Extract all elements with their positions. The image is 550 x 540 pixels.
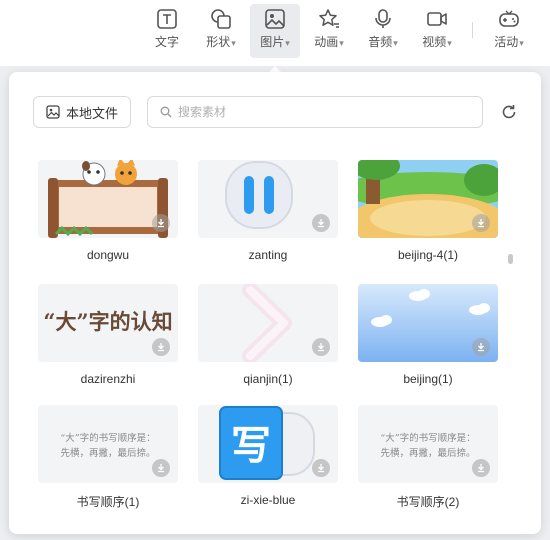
thumbnail-caption: “大”字的认知	[43, 309, 173, 334]
chevron-down-icon: ▾	[231, 38, 236, 48]
chevron-down-icon: ▾	[339, 38, 344, 48]
asset-name: 书写顺序(2)	[396, 495, 460, 509]
image-icon	[46, 105, 60, 119]
image-library-panel: 本地文件 搜索素材 dongwu zanting beijing-4(1) “大…	[9, 72, 541, 534]
search-icon	[160, 106, 172, 118]
local-file-label: 本地文件	[65, 105, 118, 121]
asset-thumbnail: “大”字的书写顺序是： 先横，再撇，最后捺。	[358, 405, 498, 483]
download-icon[interactable]	[152, 214, 170, 232]
asset-thumbnail: “大”字的认知	[38, 284, 178, 362]
asset-card-dongwu[interactable]: dongwu	[38, 160, 178, 270]
asset-card-zi-xie-blue[interactable]: 写 zi-xie-blue	[198, 405, 338, 515]
tool-shapes[interactable]: 形状▾	[196, 4, 246, 58]
asset-thumbnail	[358, 160, 498, 238]
tool-audio-label: 音频	[368, 35, 393, 49]
toolbar-divider	[472, 22, 473, 38]
asset-thumbnail	[358, 284, 498, 362]
text-icon	[157, 9, 177, 29]
asset-card-beijing-4[interactable]: beijing-4(1)	[358, 160, 498, 270]
tool-animation[interactable]: 动画▾	[304, 4, 354, 58]
asset-name: 书写顺序(1)	[76, 495, 140, 509]
image-icon	[265, 9, 285, 29]
asset-card-zanting[interactable]: zanting	[198, 160, 338, 270]
tool-video-label: 视频	[422, 35, 447, 49]
search-box[interactable]	[147, 96, 483, 128]
chevron-down-icon: ▾	[285, 38, 290, 48]
asset-name: dazirenzhi	[80, 372, 136, 386]
tool-activity[interactable]: 活动▾	[484, 4, 534, 58]
tool-audio[interactable]: 音频▾	[358, 4, 408, 58]
asset-name: beijing-4(1)	[397, 248, 459, 262]
download-icon[interactable]	[312, 459, 330, 477]
chevron-down-icon: ▾	[393, 38, 398, 48]
microphone-icon	[375, 9, 391, 28]
thumbnail-caption: “大”字的书写顺序是： 先横，再撇，最后捺。	[380, 433, 476, 459]
asset-thumbnail	[38, 160, 178, 238]
refresh-icon[interactable]	[499, 102, 519, 122]
asset-name: zanting	[248, 248, 288, 262]
tool-animation-label: 动画	[314, 35, 339, 49]
download-icon[interactable]	[472, 214, 490, 232]
top-toolbar: 文字 形状▾ 图片▾ 动画▾ 音频▾ 视频▾ 活动▾	[0, 0, 550, 66]
tool-image[interactable]: 图片▾	[250, 4, 300, 58]
download-icon[interactable]	[312, 338, 330, 356]
chevron-down-icon: ▾	[519, 38, 524, 48]
svg-text:写: 写	[231, 423, 271, 469]
asset-name: dongwu	[86, 248, 130, 262]
tool-text[interactable]: 文字	[142, 4, 192, 58]
shapes-icon	[211, 9, 231, 29]
chevron-down-icon: ▾	[447, 38, 452, 48]
download-icon[interactable]	[472, 338, 490, 356]
tool-text-label: 文字	[154, 35, 179, 49]
sparkle-star-icon	[319, 9, 339, 28]
asset-name: qianjin(1)	[243, 372, 293, 386]
tool-image-label: 图片	[260, 35, 285, 49]
video-camera-icon	[427, 12, 447, 26]
asset-card-dazirenzhi[interactable]: “大”字的认知 dazirenzhi	[38, 284, 178, 394]
asset-card-beijing[interactable]: beijing(1)	[358, 284, 498, 394]
asset-name: beijing(1)	[403, 372, 453, 386]
tool-video[interactable]: 视频▾	[412, 4, 462, 58]
asset-card-qianjin[interactable]: qianjin(1)	[198, 284, 338, 394]
download-icon[interactable]	[472, 459, 490, 477]
local-file-button[interactable]: 本地文件	[33, 96, 131, 128]
asset-thumbnail	[198, 160, 338, 238]
thumbnail-caption: “大”字的书写顺序是： 先横，再撇，最后捺。	[60, 433, 156, 459]
tool-activity-label: 活动	[494, 35, 519, 49]
search-input[interactable]	[178, 105, 458, 119]
asset-card-shuxie-shunxu-1[interactable]: “大”字的书写顺序是： 先横，再撇，最后捺。 书写顺序(1)	[38, 405, 178, 515]
asset-thumbnail: 写	[198, 405, 338, 483]
asset-thumbnail: “大”字的书写顺序是： 先横，再撇，最后捺。	[38, 405, 178, 483]
asset-name: zi-xie-blue	[240, 493, 296, 507]
asset-card-shuxie-shunxu-2[interactable]: “大”字的书写顺序是： 先横，再撇，最后捺。 书写顺序(2)	[358, 405, 498, 515]
tool-shapes-label: 形状	[206, 35, 231, 49]
download-icon[interactable]	[152, 459, 170, 477]
gamepad-icon	[499, 10, 519, 27]
asset-thumbnail	[198, 284, 338, 362]
scrollbar-thumb[interactable]	[508, 254, 513, 264]
download-icon[interactable]	[312, 214, 330, 232]
download-icon[interactable]	[152, 338, 170, 356]
